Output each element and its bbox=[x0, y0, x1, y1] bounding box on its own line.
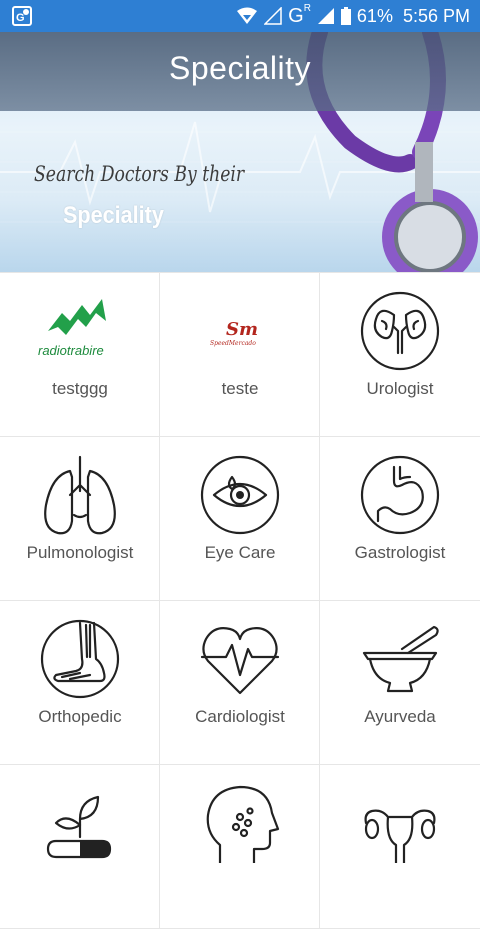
network-type: GR bbox=[288, 2, 311, 27]
speciality-banner: Speciality Search Doctors By their Speci… bbox=[0, 32, 480, 272]
speciality-card[interactable] bbox=[160, 765, 320, 929]
speciality-label: Ayurveda bbox=[364, 707, 436, 726]
speciality-card-cardiologist[interactable]: Cardiologist bbox=[160, 601, 320, 765]
banner-tagline-emphasis: Speciality bbox=[63, 202, 164, 229]
page-title: Speciality bbox=[169, 50, 311, 86]
speciality-card[interactable] bbox=[320, 765, 480, 929]
stomach-icon bbox=[360, 455, 440, 535]
speciality-label: Cardiologist bbox=[195, 707, 285, 726]
lungs-icon bbox=[44, 455, 116, 535]
status-bar: G GR 61% 5:56 PM bbox=[0, 0, 480, 32]
radiotrabire-logo-icon: radiotrabire bbox=[38, 299, 106, 358]
svg-text:G: G bbox=[16, 12, 25, 24]
speciality-grid: radiotrabire testggg Sm SpeedMercado tes… bbox=[0, 272, 480, 929]
uterus-icon bbox=[364, 809, 436, 863]
map-notification-icon: G bbox=[12, 6, 32, 26]
svg-text:Sm: Sm bbox=[226, 319, 258, 340]
speciality-card[interactable] bbox=[0, 765, 160, 929]
svg-text:radiotrabire: radiotrabire bbox=[38, 343, 104, 358]
speciality-card-orthopedic[interactable]: Orthopedic bbox=[0, 601, 160, 765]
speciality-label: Eye Care bbox=[204, 543, 276, 562]
speciality-label: Pulmonologist bbox=[26, 543, 134, 562]
speciality-card-gastrologist[interactable]: Gastrologist bbox=[320, 437, 480, 601]
speciality-label: teste bbox=[221, 379, 259, 398]
speciality-label: testggg bbox=[52, 379, 108, 398]
herbal-capsule-icon bbox=[46, 795, 112, 859]
sm-logo-icon: Sm SpeedMercado bbox=[210, 319, 258, 347]
eye-icon bbox=[200, 455, 280, 535]
speciality-card-ayurveda[interactable]: Ayurveda bbox=[320, 601, 480, 765]
banner-tagline: Search Doctors By their bbox=[34, 162, 245, 186]
speciality-card-eye-care[interactable]: Eye Care bbox=[160, 437, 320, 601]
speciality-label: Orthopedic bbox=[38, 707, 122, 726]
speciality-label: Urologist bbox=[366, 379, 434, 398]
battery-icon bbox=[340, 7, 351, 25]
speciality-label: Gastrologist bbox=[354, 543, 446, 562]
foot-bone-icon bbox=[40, 619, 120, 699]
speciality-card-testggg[interactable]: radiotrabire testggg bbox=[0, 273, 160, 437]
wifi-icon bbox=[236, 7, 258, 25]
battery-level: 61% bbox=[356, 5, 393, 26]
head-icon bbox=[206, 785, 280, 863]
speciality-card-pulmonologist[interactable]: Pulmonologist bbox=[0, 437, 160, 601]
clock: 5:56 PM bbox=[402, 5, 470, 26]
speciality-card-urologist[interactable]: Urologist bbox=[320, 273, 480, 437]
signal-empty-icon bbox=[264, 7, 282, 25]
kidneys-icon bbox=[360, 291, 440, 371]
svg-text:SpeedMercado: SpeedMercado bbox=[210, 340, 256, 347]
heart-pulse-icon bbox=[200, 627, 280, 695]
speciality-card-teste[interactable]: Sm SpeedMercado teste bbox=[160, 273, 320, 437]
signal-full-icon bbox=[317, 7, 335, 25]
mortar-pestle-icon bbox=[362, 625, 439, 693]
